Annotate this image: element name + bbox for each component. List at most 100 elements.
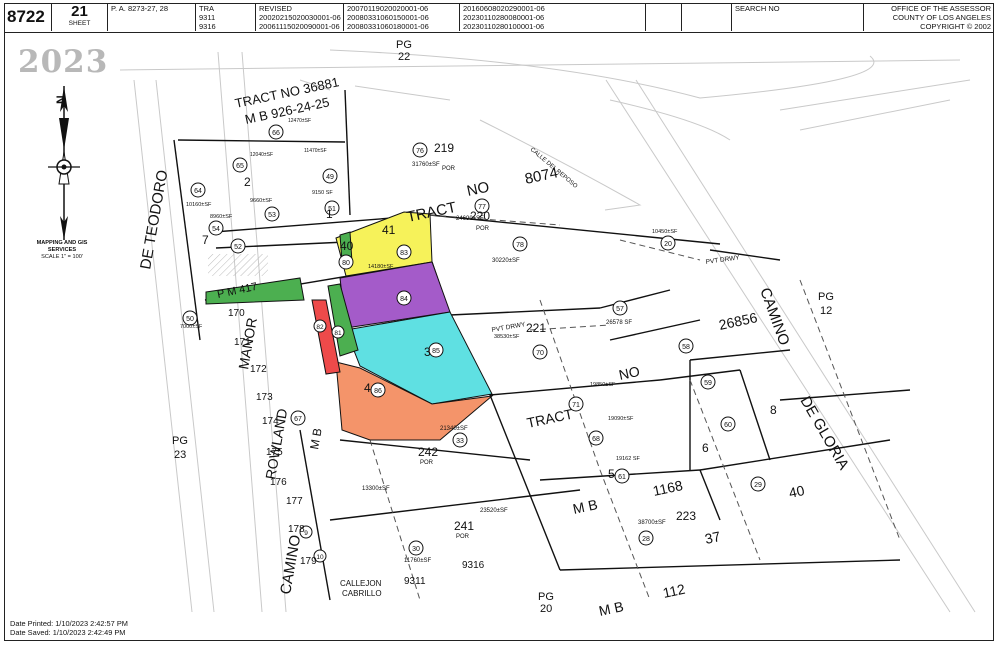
parcel-9-no: 9	[304, 530, 308, 537]
lot-1: 1	[326, 207, 333, 221]
north-arrow-icon: N	[48, 86, 80, 240]
book-mb-112-label: M B	[597, 598, 625, 619]
parcel-80-no: 80	[342, 260, 350, 267]
parcel-51-area: 9150 SF	[312, 190, 333, 196]
parcel-64: 64 10160±SF	[186, 182, 212, 208]
parcel-64-no: 64	[194, 188, 202, 195]
parcel-70-no: 70	[536, 350, 544, 357]
parcel-28-no: 28	[642, 536, 650, 543]
parcel-70-area: 38530±SF	[494, 334, 520, 340]
parcel-59: 59	[700, 374, 716, 390]
tract-8074-no: NO	[465, 179, 491, 200]
page-ref-20-number: 20	[540, 603, 552, 615]
street-callejon: CALLEJON	[340, 579, 382, 588]
parcel-10-no: 10	[316, 554, 324, 561]
lot-41: 41	[382, 223, 396, 237]
parcel-61-no: 61	[618, 474, 626, 481]
parcel-68: 68 19090±SF	[588, 416, 634, 446]
lot-5: 5	[608, 467, 615, 481]
svg-text:N: N	[54, 95, 68, 104]
lot-173: 173	[256, 392, 273, 403]
parcel-71-no: 71	[572, 402, 580, 409]
parcel-33-area: 21340±SF	[440, 426, 468, 432]
parcel-65-no: 65	[236, 163, 244, 170]
lot-242: 242	[418, 445, 438, 459]
parcel-76-no: 76	[416, 148, 424, 155]
lot-223: 223	[676, 509, 696, 523]
por-label-3: POR	[420, 460, 434, 466]
page-ref-22-number: 22	[398, 51, 410, 63]
lot-175: 175	[266, 447, 283, 458]
parcel-60-no: 60	[724, 422, 732, 429]
parcel-53-no: 53	[268, 212, 276, 219]
street-cabrillo: CABRILLO	[342, 589, 382, 598]
parcel-64-area: 10160±SF	[186, 202, 212, 208]
lot-177: 177	[286, 496, 303, 507]
tract-26856-number: 26856	[717, 309, 759, 333]
book-mb-1168-label: M B	[571, 496, 599, 517]
parcel-29: 29	[750, 476, 766, 492]
lot-220: 220	[470, 209, 490, 223]
book-mb-west: M B	[307, 427, 324, 450]
street-de-teodoro: DE TEODORO	[137, 169, 171, 271]
parcel-84: 84	[396, 290, 412, 306]
parcel-86: 86	[370, 382, 386, 398]
parcel-83-no: 83	[400, 250, 408, 257]
lot-178: 178	[288, 524, 305, 535]
parcel-68-area: 19090±SF	[608, 416, 634, 422]
parcel-82-no: 82	[316, 324, 324, 331]
parcel-49-no: 49	[326, 174, 334, 181]
parcel-58-no: 58	[682, 344, 690, 351]
page-ref-22-label: PG	[396, 39, 412, 51]
date-printed: Date Printed: 1/10/2023 2:42:57 PM	[10, 619, 128, 628]
parcel-57-area: 26578 SF	[606, 320, 632, 326]
parcel-29-no: 29	[754, 482, 762, 489]
tra-9311-label: 9311	[404, 576, 426, 587]
lot-171: 171	[234, 337, 251, 348]
page-ref-12-number: 12	[820, 305, 832, 317]
lot-176: 176	[270, 477, 287, 488]
area-23520: 23520±SF	[480, 508, 508, 514]
parcel-50-area: 7000±SF	[180, 324, 203, 330]
parcel-30-area: 11760±SF	[404, 558, 432, 564]
parcel-67-no: 67	[294, 416, 302, 423]
parcel-54: 54	[208, 220, 224, 236]
parcel-61: 61 19162 SF	[614, 456, 640, 484]
parcel-71: 71 19850±SF	[568, 382, 616, 412]
parcel-30-no: 30	[412, 546, 420, 553]
parcel-71-area: 19850±SF	[590, 382, 616, 388]
parcel-85: 85	[428, 342, 444, 358]
lot-4: 4	[364, 381, 371, 395]
parcel-20-no: 20	[664, 241, 672, 248]
page-ref-23-number: 23	[174, 449, 186, 461]
book-page-40: 40	[787, 482, 806, 501]
tract-26856-word: TRACT	[525, 405, 574, 430]
lot-174: 174	[262, 416, 279, 427]
parcel-20: 20 10450±SF	[652, 229, 678, 251]
parcel-82: 82	[313, 319, 327, 333]
book-page-37: 37	[703, 528, 722, 547]
parcel-54-no: 54	[212, 226, 220, 233]
parcel-84-no: 84	[400, 296, 408, 303]
lot-3: 3	[424, 345, 431, 359]
parcel-20-area: 10450±SF	[652, 229, 678, 235]
lot-219: 219	[434, 141, 454, 155]
hatched-area	[208, 254, 268, 276]
parcel-66: 66 12470±SF	[268, 118, 311, 140]
parcel-28-area: 38700±SF	[638, 520, 666, 526]
parcel-76-area: 31760±SF	[412, 162, 440, 168]
footer: Date Printed: 1/10/2023 2:42:57 PM Date …	[10, 619, 128, 637]
parcel-85-no: 85	[432, 348, 440, 355]
lot-40: 40	[340, 239, 354, 253]
parcel-60: 60	[720, 416, 736, 432]
parcel-50: 507000±SF	[180, 310, 203, 330]
lot-172: 172	[250, 364, 267, 375]
parcel-59-no: 59	[704, 380, 712, 387]
page-ref-12-label: PG	[818, 291, 834, 303]
lot-2: 2	[244, 175, 251, 189]
lot-170: 170	[228, 308, 245, 319]
book-mb-112-number: 112	[661, 581, 686, 601]
tract-8074-number: 8074	[523, 164, 559, 188]
tra-9316-label: 9316	[462, 560, 485, 571]
page-ref-23-label: PG	[172, 435, 188, 447]
